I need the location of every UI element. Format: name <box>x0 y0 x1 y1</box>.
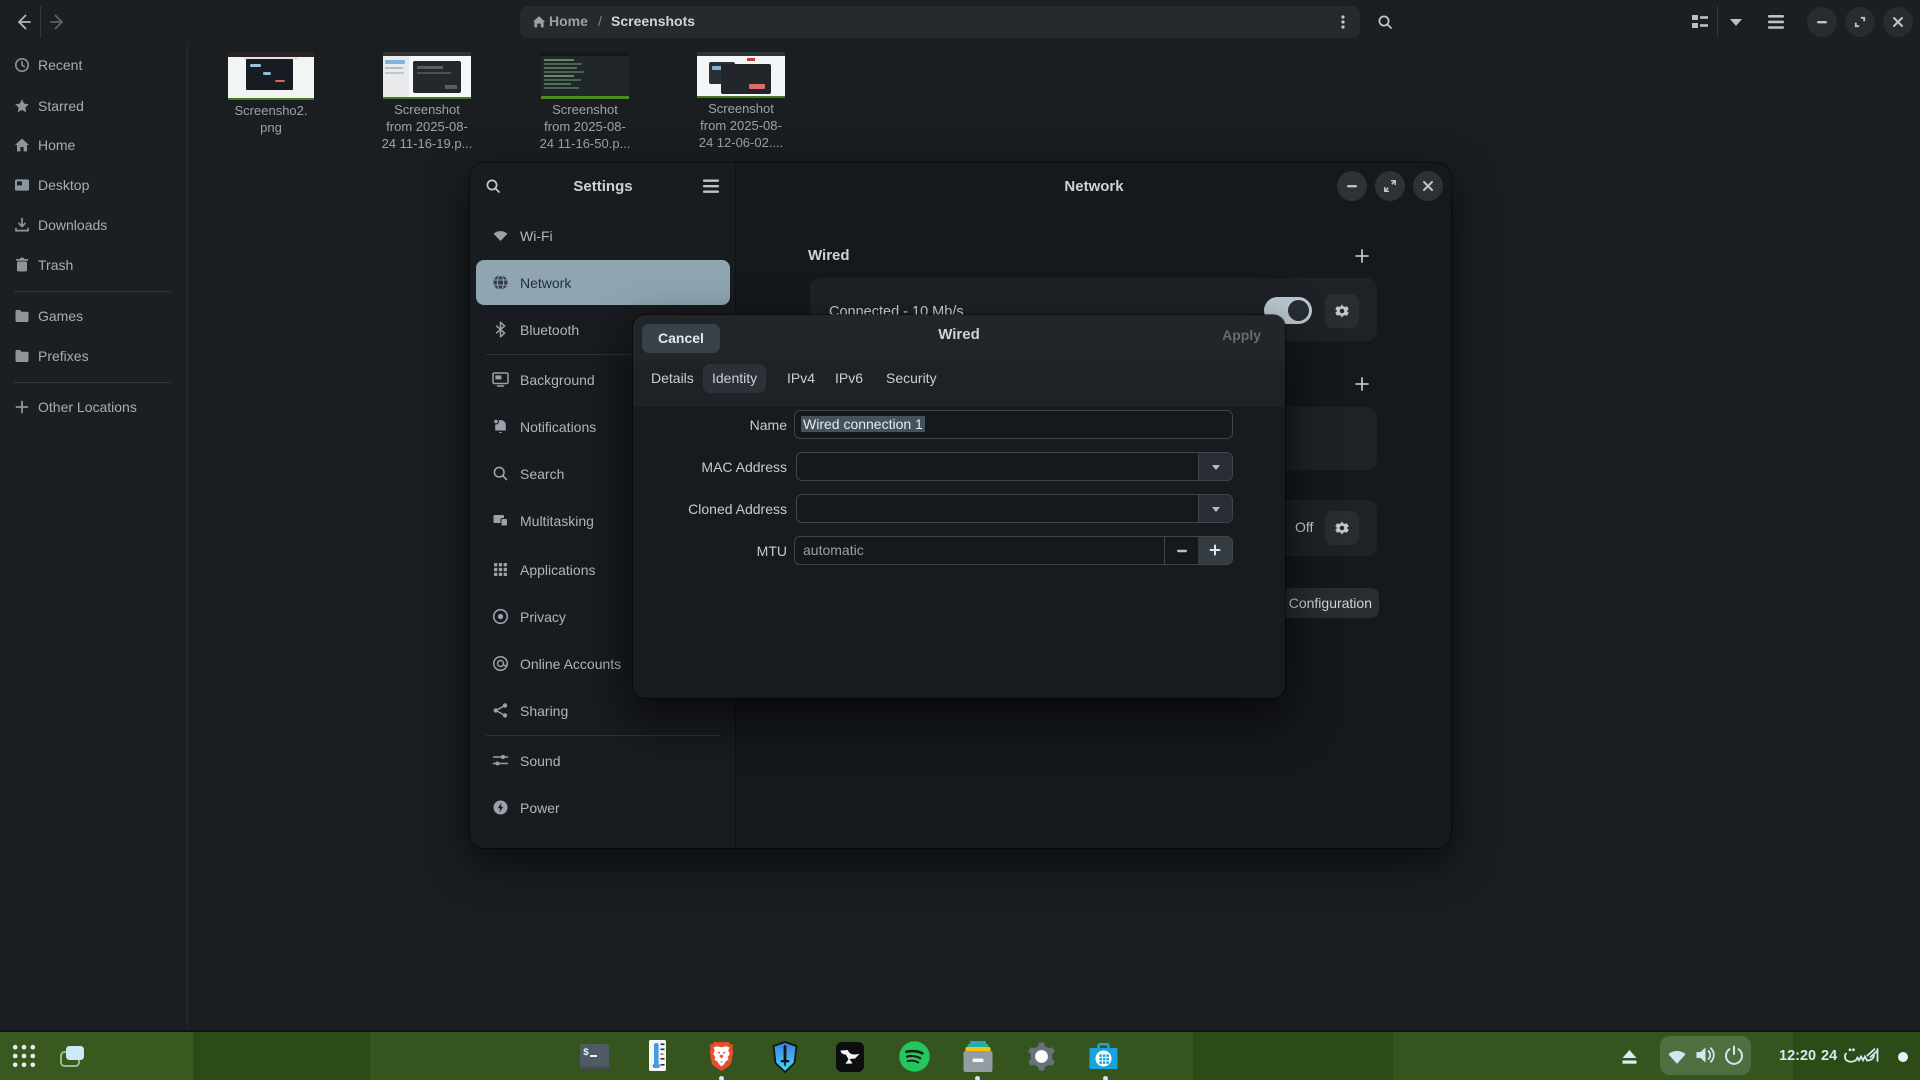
svg-text:$: $ <box>583 1047 589 1059</box>
